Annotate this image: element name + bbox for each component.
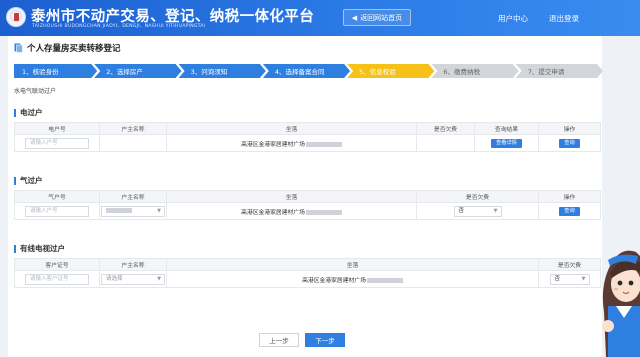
previous-step-button[interactable]: 上一步 <box>259 333 299 347</box>
column-header: 坐落 <box>166 258 539 271</box>
gas-account-input[interactable]: 请输入户号 <box>25 205 89 217</box>
electric-query-button[interactable]: 查询 <box>559 138 580 148</box>
back-to-home-button[interactable]: ◀ 返回网站首页 <box>343 9 411 26</box>
back-to-home-label: 返回网站首页 <box>360 13 403 22</box>
main-panel: 个人存量房买卖转移登记 1、核验身份 2、选择房产 3、问询须知 4、选择备案合… <box>8 36 602 357</box>
cable-arrears-select[interactable]: 否 ▼ <box>549 273 590 285</box>
cable-section-heading: 有线电视过户 <box>14 245 65 253</box>
column-header: 气户号 <box>14 190 100 203</box>
cable-owner-placeholder: 请选择 <box>106 275 123 282</box>
top-header: 泰州市不动产交易、登记、纳税一体化平台 TAIZHOUSHI BUDONGCHA… <box>0 0 640 36</box>
logout-link[interactable]: 退出登录 <box>549 13 579 24</box>
column-header: 户主名称 <box>99 258 167 271</box>
next-step-button[interactable]: 下一步 <box>305 333 345 347</box>
page-title: 个人存量房买卖转移登记 <box>27 44 121 54</box>
gas-table: 气户号 户主名称 坐落 是否欠费 操作 请输入户号 ▼ 高港区金港家居建材广场 … <box>14 190 601 220</box>
electric-section-heading: 电过户 <box>14 109 43 117</box>
gas-query-button[interactable]: 查询 <box>559 206 580 216</box>
cable-address: 高港区金港家居建材广场 <box>302 277 366 284</box>
page-title-row: 个人存量房买卖转移登记 <box>14 41 121 55</box>
chevron-down-icon: ▼ <box>581 275 586 282</box>
step-4: 4、选择备案合同 <box>263 64 350 78</box>
electric-table: 电户号 户主名称 坐落 是否欠费 查询结果 操作 请输入户号 高港区金港家居建材… <box>14 122 601 152</box>
gas-address-cell: 高港区金港家居建材广场 <box>166 202 417 220</box>
step-1: 1、核验身份 <box>14 64 97 78</box>
view-details-button[interactable]: 查看详情 <box>491 138 522 148</box>
column-header: 户主名称 <box>99 122 167 135</box>
gas-arrears-value: 否 <box>458 207 465 214</box>
gas-owner-select[interactable]: ▼ <box>101 205 165 217</box>
table-row: 请输入户号 ▼ 高港区金港家居建材广场 否 ▼ 查询 <box>14 202 601 220</box>
redacted-address <box>366 277 403 283</box>
gas-arrears-select[interactable]: 否 ▼ <box>453 205 502 217</box>
step-3: 3、问询须知 <box>179 64 266 78</box>
platform-title-pinyin: TAIZHOUSHI BUDONGCHAN JIAOYI、DENGJI、NASH… <box>32 24 206 29</box>
step-7: 7、提交申请 <box>516 64 603 78</box>
user-center-link[interactable]: 用户中心 <box>498 13 528 24</box>
electric-arrears-cell <box>416 134 475 152</box>
gas-address: 高港区金港家居建材广场 <box>241 209 305 216</box>
electric-owner-cell <box>99 134 167 152</box>
step-2: 2、选择房产 <box>94 64 181 78</box>
column-header: 是否欠费 <box>416 122 475 135</box>
column-header: 操作 <box>538 122 601 135</box>
column-header: 查询结果 <box>474 122 539 135</box>
gas-section-heading: 气过户 <box>14 177 43 185</box>
chevron-down-icon: ▼ <box>493 207 498 214</box>
table-row: 请输入户号 高港区金港家居建材广场 查看详情 查询 <box>14 134 601 152</box>
column-header: 客户证号 <box>14 258 100 271</box>
column-header: 坐落 <box>166 190 417 203</box>
electric-account-input[interactable]: 请输入户号 <box>25 137 89 149</box>
chevron-down-icon: ▼ <box>157 207 161 214</box>
electric-address: 高港区金港家居建材广场 <box>241 141 305 148</box>
electric-table-header: 电户号 户主名称 坐落 是否欠费 查询结果 操作 <box>14 122 601 135</box>
step-6: 6、缴费纳税 <box>431 64 518 78</box>
electric-address-cell: 高港区金港家居建材广场 <box>166 134 417 152</box>
document-icon <box>14 43 23 53</box>
section-subtitle: 水电气联动过户 <box>14 88 57 95</box>
chevron-down-icon: ▼ <box>157 275 161 282</box>
column-header: 是否欠费 <box>538 258 601 271</box>
assistant-avatar[interactable] <box>598 226 640 357</box>
step-progress-bar: 1、核验身份 2、选择房产 3、问询须知 4、选择备案合同 5、信息校验 6、缴… <box>14 64 600 78</box>
back-arrow-icon: ◀ <box>351 13 358 22</box>
cable-table: 客户证号 户主名称 坐落 是否欠费 请输入客户证号 请选择 ▼ 高港区金港家居建材… <box>14 258 601 288</box>
redacted-address <box>305 209 342 215</box>
cable-owner-select[interactable]: 请选择 ▼ <box>101 273 165 285</box>
redacted-address <box>305 141 342 147</box>
step-5: 5、信息校验 <box>347 64 434 78</box>
column-header: 户主名称 <box>99 190 167 203</box>
column-header: 电户号 <box>14 122 100 135</box>
cable-address-cell: 高港区金港家居建材广场 <box>166 270 539 288</box>
cable-arrears-value: 否 <box>554 275 561 282</box>
column-header: 操作 <box>538 190 601 203</box>
gas-table-header: 气户号 户主名称 坐落 是否欠费 操作 <box>14 190 601 203</box>
cable-table-header: 客户证号 户主名称 坐落 是否欠费 <box>14 258 601 271</box>
redacted-owner <box>106 207 132 213</box>
table-row: 请输入客户证号 请选择 ▼ 高港区金港家居建材广场 否 ▼ <box>14 270 601 288</box>
column-header: 是否欠费 <box>416 190 539 203</box>
cable-account-input[interactable]: 请输入客户证号 <box>25 273 89 285</box>
column-header: 坐落 <box>166 122 417 135</box>
platform-logo <box>6 7 26 27</box>
